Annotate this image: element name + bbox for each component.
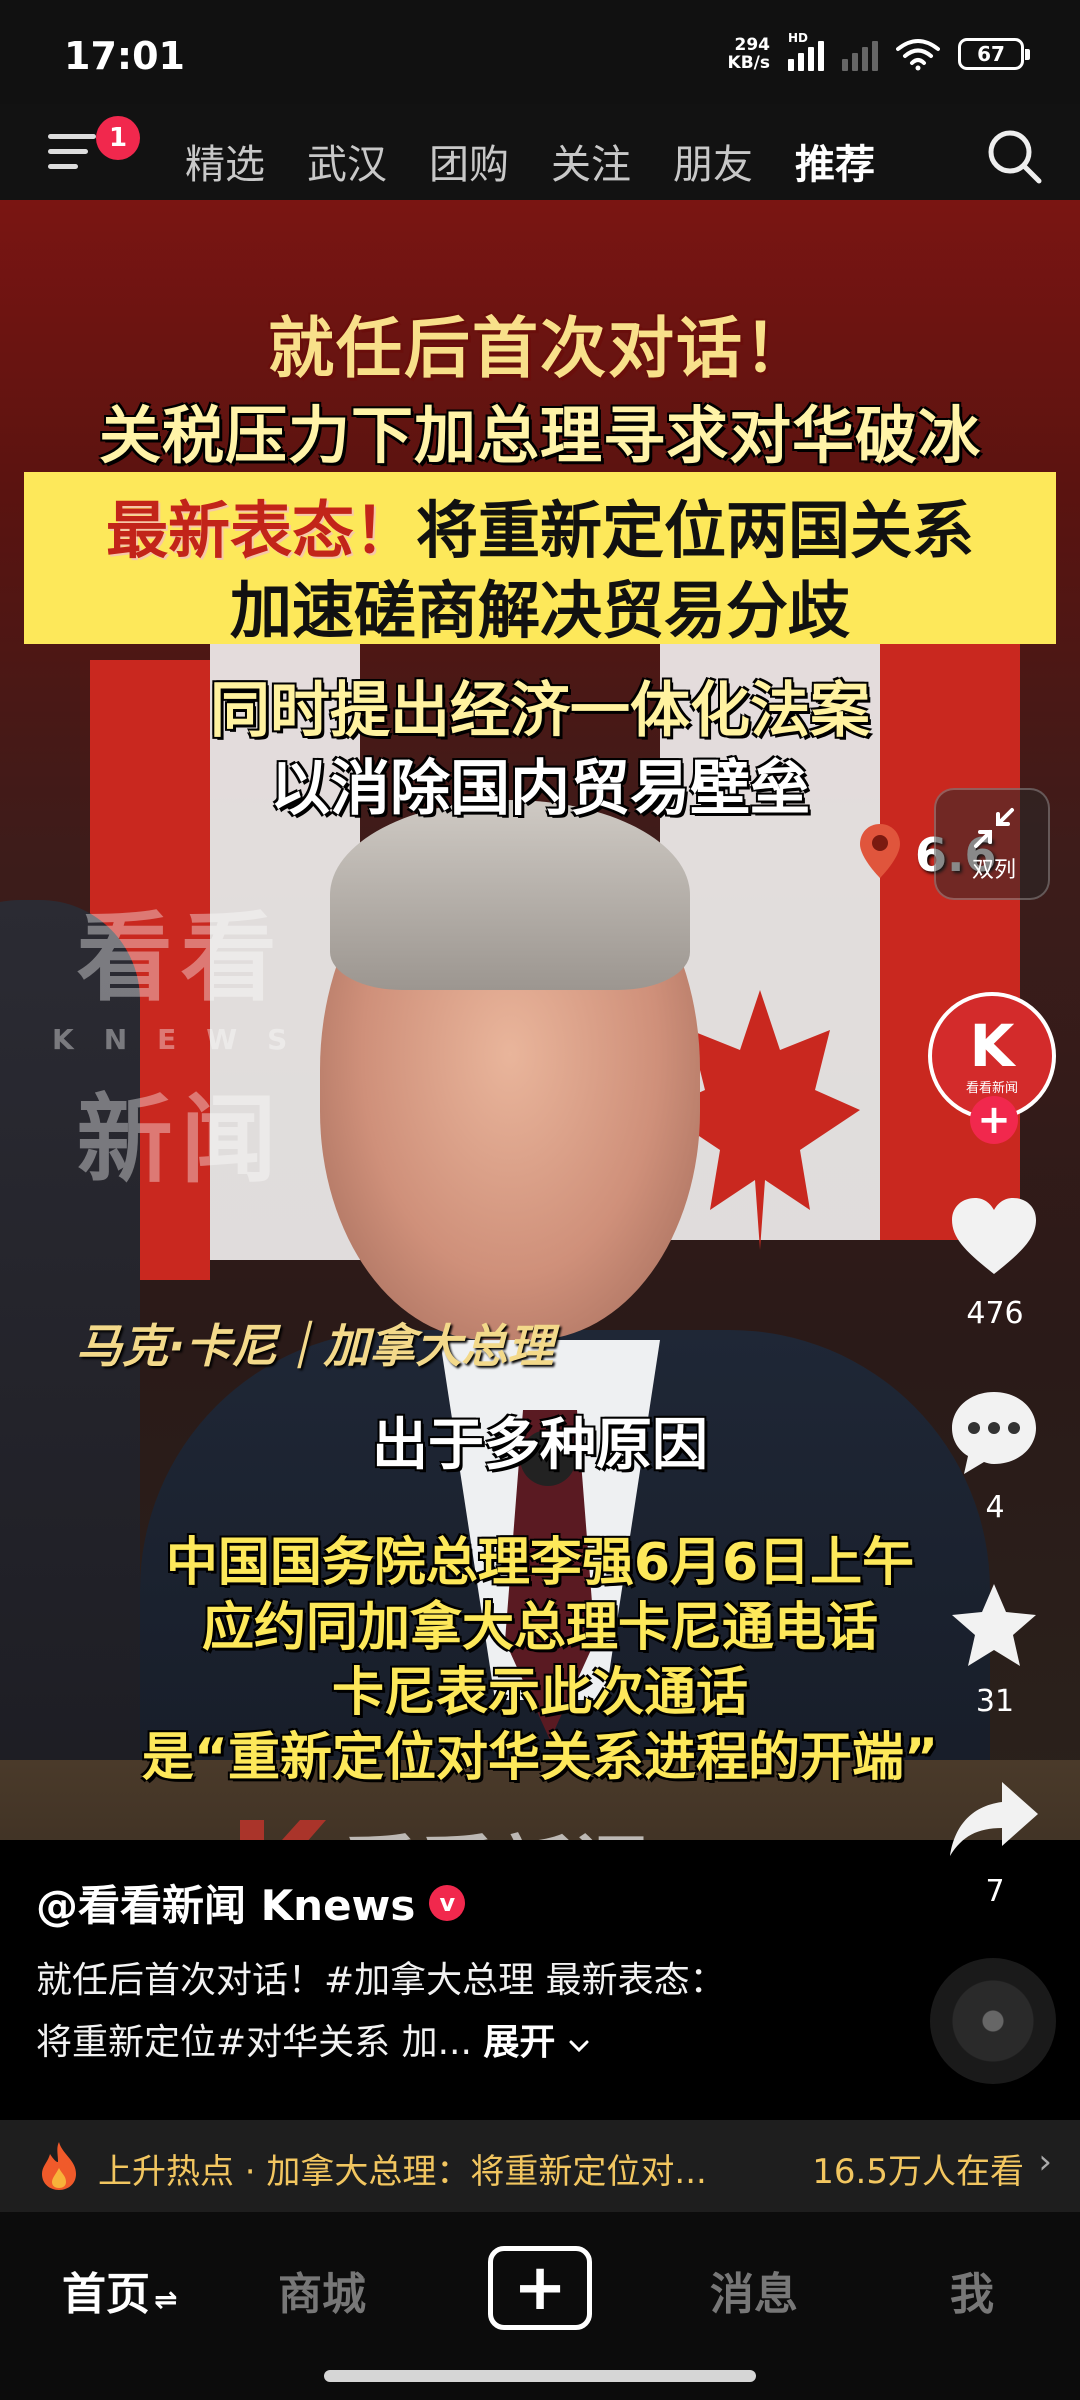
watermark-cn-2: 新闻: [76, 1084, 285, 1196]
dual-column-button[interactable]: 双列: [934, 788, 1050, 900]
dual-column-label: 双列: [971, 858, 1016, 883]
banner-red-text: 最新表态！: [105, 494, 416, 567]
banner-black-text: 将重新定位两国关系: [416, 494, 975, 567]
nav-home[interactable]: 首页 ⇌: [62, 2258, 177, 2322]
chevron-down-icon: [569, 2040, 589, 2053]
tab-group-buy[interactable]: 团购: [429, 132, 509, 190]
avatar-initial: K: [969, 1011, 1015, 1080]
network-speed-unit: KB/s: [727, 53, 770, 73]
banner-line-1: 最新表态！将重新定位两国关系: [24, 480, 1056, 570]
tab-featured[interactable]: 精选: [185, 132, 265, 190]
comment-count: 4: [985, 1490, 1005, 1525]
nav-messages[interactable]: 消息: [710, 2258, 798, 2322]
avatar-caption: 看看新闻: [965, 1080, 1018, 1096]
banner-line-2: 加速磋商解决贸易分歧: [229, 574, 850, 647]
network-speed: 294 KB/s: [728, 36, 770, 72]
nav-mall[interactable]: 商城: [278, 2258, 366, 2322]
share-count: 7: [985, 1874, 1005, 1909]
fire-icon: [42, 2142, 76, 2190]
shrink-arrows-icon: [974, 808, 1014, 848]
network-speed-value: 294: [734, 35, 771, 55]
like-count: 476: [966, 1296, 1024, 1331]
trending-text: 上升热点 · 加拿大总理：将重新定位对...: [98, 2152, 707, 2192]
video-headline-2: 关税压力下加总理寻求对华破冰: [98, 399, 981, 472]
bottom-nav: 首页 ⇌ 商城 + 消息 我: [0, 2212, 1080, 2400]
battery-icon: 67: [958, 38, 1030, 70]
subtitle-white: 出于多种原因: [372, 1413, 708, 1478]
knews-k-logo-icon: [240, 1820, 326, 1840]
notification-badge: 1: [96, 116, 140, 160]
watermark-en: KNEWS: [52, 1023, 318, 1056]
speaker-name-caption: 马克·卡尼｜加拿大总理: [76, 1319, 554, 1373]
author-handle: @看看新闻 Knews: [36, 1881, 416, 1930]
nav-me[interactable]: 我: [950, 2258, 994, 2322]
trending-bar[interactable]: 上升热点 · 加拿大总理：将重新定位对... 16.5万人在看 ›: [0, 2120, 1080, 2212]
verified-badge-icon: v: [429, 1884, 466, 1921]
subtitle-line: 是“重新定位对华关系进程的开端”: [141, 1728, 939, 1788]
home-indicator[interactable]: [324, 2370, 756, 2382]
subtitle-line: 卡尼表示此次通话: [331, 1663, 748, 1723]
search-icon[interactable]: [984, 126, 1044, 186]
video-player[interactable]: 就任后首次对话！ 关税压力下加总理寻求对华破冰 最新表态！将重新定位两国关系 加…: [0, 200, 1080, 1840]
tab-friends[interactable]: 朋友: [673, 132, 753, 190]
switch-icon: ⇌: [154, 2283, 178, 2316]
feed-tabs: 精选 武汉 团购 关注 朋友 推荐: [185, 132, 875, 206]
battery-level: 67: [977, 42, 1005, 66]
video-headline-4: 以消除国内贸易壁垒: [270, 754, 810, 824]
expand-label: 展开: [483, 2022, 556, 2063]
follow-button[interactable]: +: [970, 1096, 1018, 1144]
author-name[interactable]: @看看新闻 Knews v: [36, 1872, 466, 1933]
video-headline-3: 同时提出经济一体化法案: [210, 676, 870, 746]
favorite-star-icon[interactable]: [946, 1578, 1042, 1674]
favorite-count: 31: [975, 1684, 1015, 1719]
subtitle-line: 应约同加拿大总理卡尼通电话: [201, 1598, 878, 1658]
chevron-right-icon: ›: [1038, 2142, 1052, 2182]
comment-icon[interactable]: [946, 1384, 1042, 1480]
top-nav: 1 精选 武汉 团购 关注 朋友 推荐: [0, 104, 1080, 206]
trending-viewers: 16.5万人在看: [812, 2152, 1024, 2192]
status-icons: 294 KB/s HD 67: [728, 30, 1030, 78]
music-disc-icon[interactable]: [930, 1958, 1056, 2084]
video-headline-1: 就任后首次对话！: [268, 310, 812, 387]
knews-logo-text: 看看新闻Knews: [342, 1810, 935, 1840]
share-arrow-icon[interactable]: [946, 1772, 1042, 1868]
speaker-hair: [330, 800, 690, 990]
knews-watermark: 看看 KNEWS 新闻: [44, 880, 317, 1201]
tab-wuhan[interactable]: 武汉: [307, 132, 387, 190]
description-text: 就任后首次对话！#加拿大总理 最新表态：将重新定位#对华关系 加...: [36, 1960, 726, 2063]
location-pin-icon: [860, 824, 900, 878]
knews-logo: 看看新闻Knews: [230, 1810, 935, 1840]
tab-recommended[interactable]: 推荐: [795, 132, 875, 206]
menu-icon[interactable]: [48, 134, 100, 174]
wifi-icon: [896, 39, 940, 71]
expand-button[interactable]: 展开: [483, 2022, 590, 2063]
subtitle-line: 中国国务院总理李强6月6日上午: [165, 1533, 915, 1593]
signal-strength-icon: HD: [788, 31, 824, 71]
status-time: 17:01: [64, 34, 185, 78]
nav-home-label: 首页: [62, 2269, 150, 2320]
status-bar: 17:01 294 KB/s HD 67: [0, 0, 1080, 104]
watermark-cn-1: 看看: [76, 902, 285, 1014]
signal-strength-sim2-icon: [842, 37, 878, 71]
add-button[interactable]: +: [488, 2246, 592, 2330]
tab-following[interactable]: 关注: [551, 132, 631, 190]
hd-label: HD: [788, 31, 809, 45]
video-description[interactable]: 就任后首次对话！#加拿大总理 最新表态：将重新定位#对华关系 加... 展开: [36, 1950, 756, 2074]
like-heart-icon[interactable]: [946, 1190, 1042, 1286]
